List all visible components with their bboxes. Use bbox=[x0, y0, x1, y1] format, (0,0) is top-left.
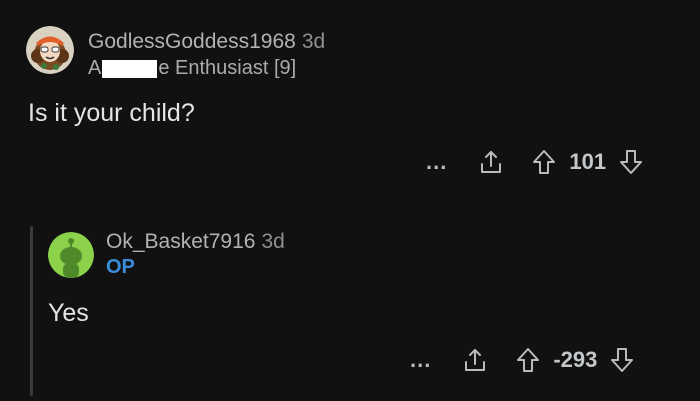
user-flair: Ae Enthusiast [9] bbox=[88, 57, 296, 80]
comment-ok-basket7916: Ok_Basket7916 3d OP Yes ... -293 bbox=[0, 226, 700, 401]
share-icon[interactable] bbox=[477, 148, 505, 176]
share-icon[interactable] bbox=[461, 346, 489, 374]
downvote-icon[interactable] bbox=[609, 346, 635, 374]
upvote-icon[interactable] bbox=[531, 148, 557, 176]
comment-header: Ok_Basket7916 3d bbox=[106, 230, 285, 254]
comment-header: GodlessGoddess1968 3d bbox=[88, 30, 325, 54]
redaction-bar bbox=[102, 59, 158, 78]
comment-actions: ... 101 bbox=[426, 148, 644, 176]
op-badge: OP bbox=[106, 256, 135, 278]
comment-godlessgoddess1968: GodlessGoddess1968 3d Ae Enthusiast [9] I… bbox=[26, 26, 686, 186]
downvote-icon[interactable] bbox=[618, 148, 644, 176]
user-avatar[interactable] bbox=[26, 26, 74, 74]
avatar-illustration-icon bbox=[26, 26, 74, 74]
comment-timestamp: 3d bbox=[301, 30, 326, 53]
upvote-icon[interactable] bbox=[515, 346, 541, 374]
snoo-avatar-icon bbox=[48, 232, 94, 278]
flair-suffix: e Enthusiast [9] bbox=[158, 57, 297, 79]
user-avatar[interactable] bbox=[48, 232, 94, 278]
more-options-icon[interactable]: ... bbox=[426, 151, 447, 173]
username-link[interactable]: GodlessGoddess1968 bbox=[88, 30, 296, 53]
comment-actions: ... -293 bbox=[410, 346, 635, 374]
more-options-icon[interactable]: ... bbox=[410, 349, 431, 371]
flair-prefix: A bbox=[88, 57, 102, 79]
comment-timestamp: 3d bbox=[261, 230, 285, 253]
username-link[interactable]: Ok_Basket7916 bbox=[106, 230, 255, 253]
comment-body: Is it your child? bbox=[28, 99, 195, 127]
vote-count: 101 bbox=[569, 149, 607, 174]
comment-body: Yes bbox=[48, 299, 89, 327]
vote-count: -293 bbox=[553, 347, 598, 372]
